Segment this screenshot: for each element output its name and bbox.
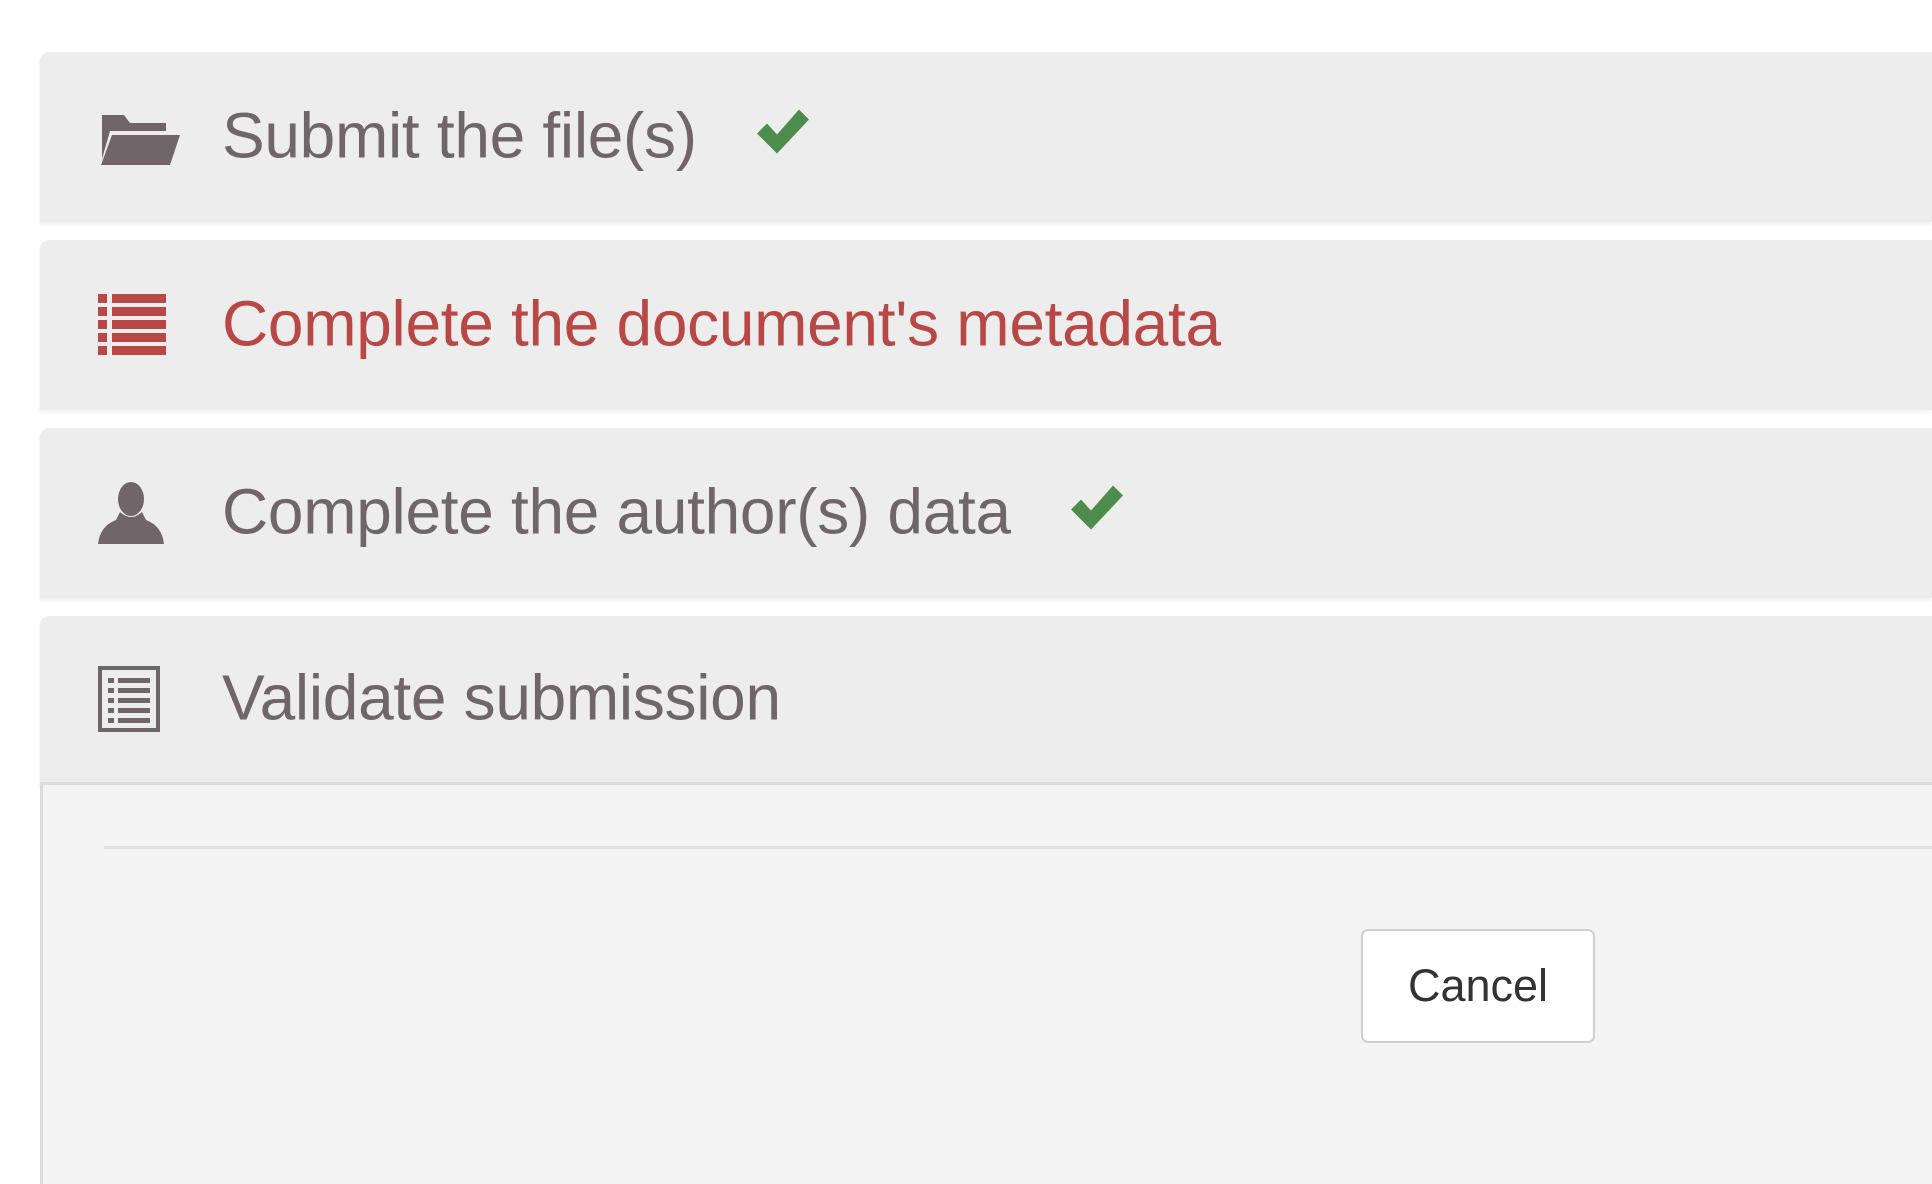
step-document-metadata[interactable]: Complete the document's metadata xyxy=(40,240,1932,410)
user-icon xyxy=(98,477,180,549)
cancel-button[interactable]: Cancel xyxy=(1361,929,1595,1043)
document-list-icon xyxy=(98,663,180,735)
step-label: Complete the author(s) data xyxy=(222,475,1125,549)
divider xyxy=(104,846,1932,849)
step-label: Complete the document's metadata xyxy=(222,287,1221,360)
submission-steps: Submit the file(s) Complete the document… xyxy=(40,52,1932,785)
step-label: Submit the file(s) xyxy=(222,99,811,173)
step-submit-files[interactable]: Submit the file(s) xyxy=(40,52,1932,222)
checkmark-icon xyxy=(1069,473,1125,547)
step-validate-submission[interactable]: Validate submission xyxy=(40,616,1932,785)
list-icon xyxy=(98,289,180,361)
step-label: Validate submission xyxy=(222,661,781,734)
checkmark-icon xyxy=(755,97,811,171)
folder-open-icon xyxy=(98,101,180,173)
validate-submission-panel: Cancel xyxy=(40,785,1932,1184)
step-author-data[interactable]: Complete the author(s) data xyxy=(40,428,1932,598)
